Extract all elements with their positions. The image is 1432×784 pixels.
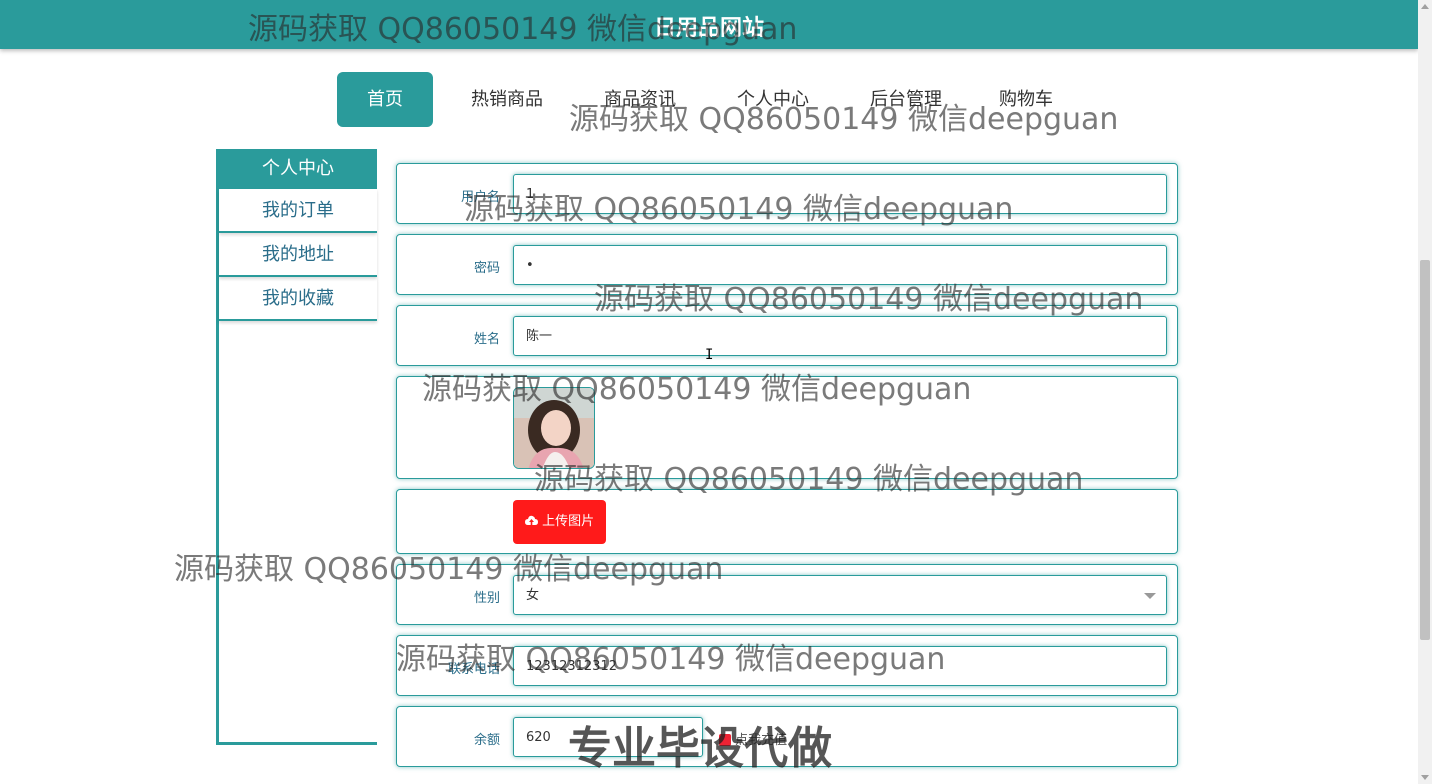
password-input[interactable]: •: [513, 245, 1167, 285]
sidebar-title: 个人中心: [219, 149, 377, 189]
gender-select[interactable]: 女: [513, 575, 1167, 615]
form-row-phone: 联系电话 12312312312: [396, 635, 1178, 696]
nav-hot-products[interactable]: 热销商品: [455, 72, 559, 127]
top-header-bar: 日用品网站: [0, 0, 1418, 49]
password-label: 密码: [473, 261, 500, 276]
avatar-image: [513, 387, 595, 469]
cloud-upload-icon: [524, 514, 542, 529]
scroll-down-icon[interactable]: [1421, 775, 1429, 780]
personal-sidebar: 个人中心 我的订单 我的地址 我的收藏: [216, 149, 377, 745]
chevron-down-icon: [1144, 593, 1156, 599]
form-row-upload: 上传图片: [396, 489, 1178, 554]
form-row-username: 用户名 1: [396, 163, 1178, 224]
sidebar-item-addresses[interactable]: 我的地址: [219, 233, 377, 277]
username-label: 用户名: [460, 190, 500, 205]
site-title: 日用品网站: [653, 16, 764, 41]
sidebar-item-orders[interactable]: 我的订单: [219, 189, 377, 233]
nav-cart[interactable]: 购物车: [987, 72, 1065, 127]
form-row-password: 密码 •: [396, 234, 1178, 295]
nav-personal-center[interactable]: 个人中心: [721, 72, 825, 127]
form-row-gender: 性别 女: [396, 564, 1178, 625]
upload-button-label: 上传图片: [542, 514, 595, 529]
page-scrollbar[interactable]: [1418, 0, 1432, 784]
phone-label: 联系电话: [447, 662, 500, 677]
name-input[interactable]: 陈一: [513, 316, 1167, 356]
balance-label: 余额: [473, 733, 500, 748]
watermark-banner: 专业毕设代做: [568, 723, 832, 774]
sidebar-item-favorites[interactable]: 我的收藏: [219, 277, 377, 321]
phone-input[interactable]: 12312312312: [513, 646, 1167, 686]
gender-label: 性别: [473, 591, 500, 606]
gender-selected-value: 女: [526, 588, 540, 603]
scrollbar-thumb[interactable]: [1420, 260, 1430, 640]
upload-image-button[interactable]: 上传图片: [513, 500, 606, 544]
nav-home[interactable]: 首页: [337, 72, 433, 127]
nav-admin[interactable]: 后台管理: [854, 72, 958, 127]
name-label: 姓名: [473, 332, 500, 347]
username-input[interactable]: 1: [513, 174, 1167, 214]
text-cursor-icon: I: [705, 347, 714, 363]
nav-product-news[interactable]: 商品资讯: [588, 72, 692, 127]
scroll-up-icon[interactable]: [1421, 4, 1429, 9]
form-row-avatar: [396, 376, 1178, 479]
form-row-name: 姓名 陈一: [396, 305, 1178, 366]
avatar-photo: [514, 388, 594, 468]
